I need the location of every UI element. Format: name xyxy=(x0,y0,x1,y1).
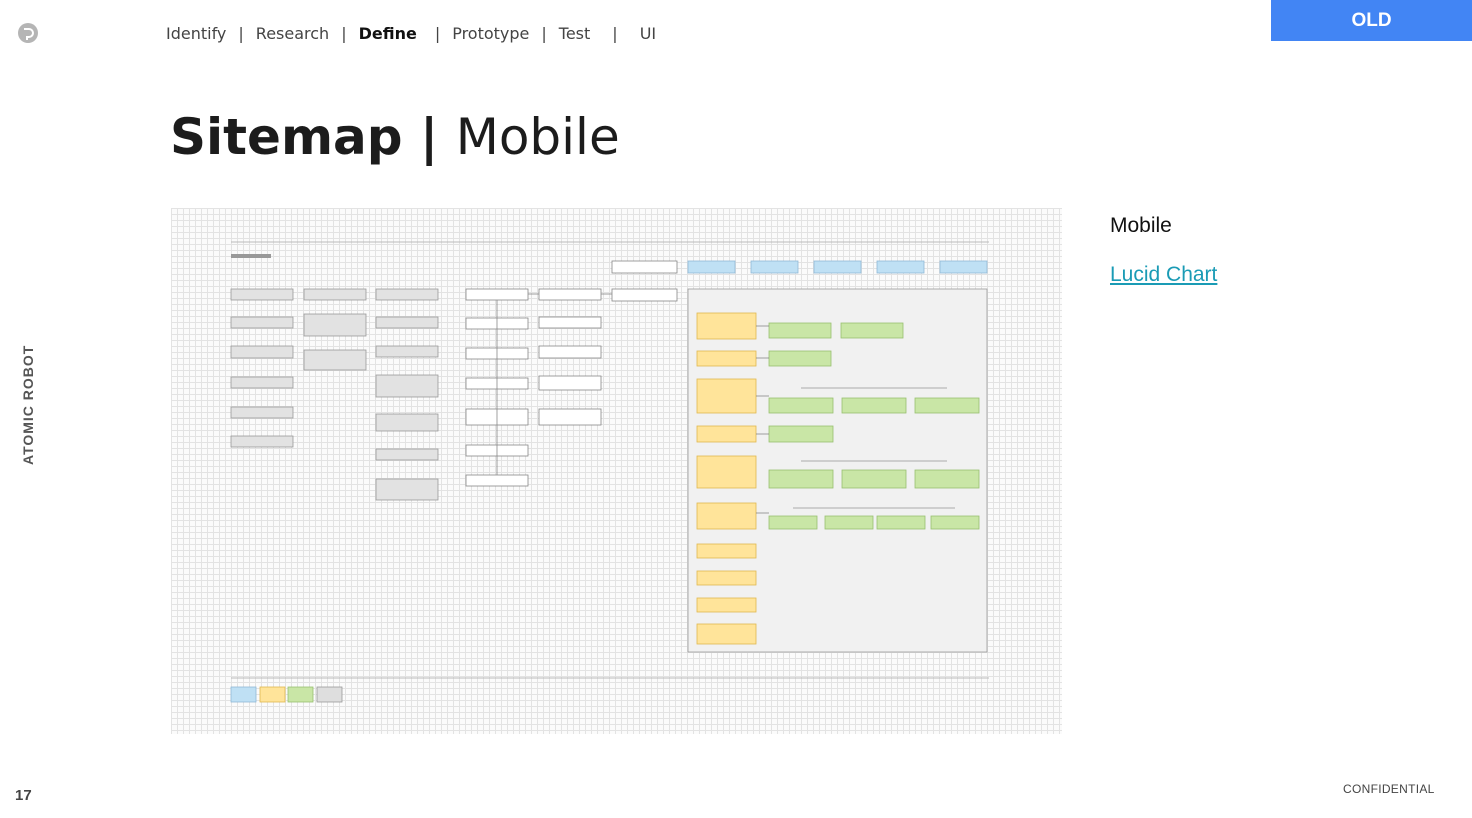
nav-item-identify[interactable]: Identify xyxy=(166,24,226,43)
lucid-chart-link[interactable]: Lucid Chart xyxy=(1110,263,1217,287)
nav-item-research[interactable]: Research xyxy=(256,24,329,43)
nav-item-define[interactable]: Define xyxy=(359,24,417,43)
atomic-robot-logo-icon xyxy=(17,22,39,44)
nav-item-ui[interactable]: UI xyxy=(640,24,656,43)
process-nav: Identify | Research | Define | Prototype… xyxy=(166,24,656,43)
aside-heading: Mobile xyxy=(1110,214,1172,237)
nav-item-test[interactable]: Test xyxy=(559,24,591,43)
nav-item-prototype[interactable]: Prototype xyxy=(452,24,529,43)
brand-side-label: ATOMIC ROBOT xyxy=(20,344,36,465)
sitemap-diagram-image xyxy=(171,208,1062,734)
nav-separator: | xyxy=(612,24,618,43)
page-number: 17 xyxy=(15,787,32,804)
nav-separator: | xyxy=(541,24,547,43)
old-badge: OLD xyxy=(1271,0,1472,41)
sitemap-diagram-drawing xyxy=(230,241,989,703)
page-title-bold: Sitemap | xyxy=(170,108,439,166)
page-title-light: Mobile xyxy=(455,108,620,166)
nav-separator: | xyxy=(238,24,244,43)
confidential-footer: CONFIDENTIAL xyxy=(1343,782,1435,796)
nav-separator: | xyxy=(434,24,441,43)
page-title: Sitemap | Mobile xyxy=(170,108,620,166)
nav-separator: | xyxy=(341,24,347,43)
